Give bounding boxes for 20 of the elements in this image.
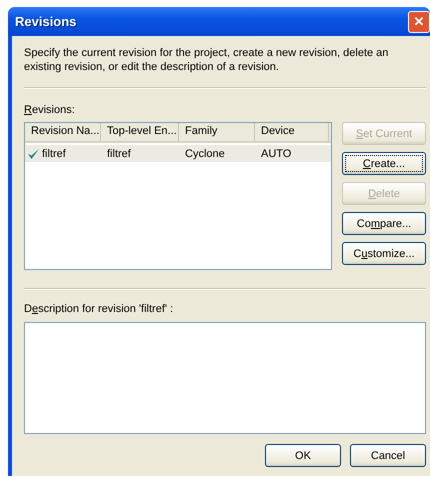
column-header[interactable]: Family [179,123,255,141]
column-header[interactable]: Top-level En... [101,123,179,141]
description-label: Description for revision 'filtref' : [24,302,174,316]
intro-text: Specify the current revision for the project, create a new revision, delete an existing revision, or edit the description of a revision. [24,46,390,74]
cancel-button[interactable]: Cancel [350,444,426,467]
description-field[interactable] [24,322,426,434]
customize-button[interactable]: Customize... [342,242,426,265]
table-cell: AUTO [261,148,292,160]
ok-button[interactable]: OK [265,444,341,467]
close-button[interactable]: ✕ [408,10,430,32]
table-cell: filtref [107,148,131,160]
column-header[interactable]: Revision Na... [25,123,101,141]
create-button[interactable]: Create... [342,152,426,175]
window-title: Revisions [15,14,76,29]
table-cell: filtref [42,148,66,160]
table-cell: Cyclone [185,148,225,160]
revision-row[interactable]: filtref filtref Cyclone AUTO [25,145,331,162]
revisions-label: Revisions: [24,103,76,117]
column-header[interactable]: Device [255,123,329,141]
compare-button[interactable]: Compare... [342,212,426,235]
